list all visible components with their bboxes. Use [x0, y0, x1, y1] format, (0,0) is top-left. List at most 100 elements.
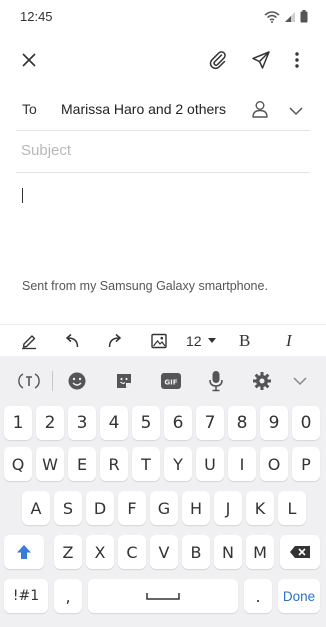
insert-image-button[interactable]	[150, 331, 168, 351]
sticker-button[interactable]	[113, 370, 135, 392]
status-time: 12:45	[20, 9, 53, 24]
key-j[interactable]: J	[214, 491, 242, 525]
sticker-icon	[117, 374, 131, 388]
key-4[interactable]: 4	[100, 406, 128, 440]
backspace-icon	[290, 546, 310, 558]
redo-button[interactable]	[106, 331, 124, 351]
to-row[interactable]: To Marissa Haro and 2 others	[0, 88, 326, 130]
keyboard: G I F 1 2 3 4 5 6 7 8 9 0 Q W E R T Y U I …	[0, 356, 326, 627]
microphone-icon	[209, 371, 223, 392]
keyboard-switch-button[interactable]	[18, 370, 40, 392]
key-u[interactable]: U	[196, 447, 224, 481]
key-p[interactable]: P	[292, 447, 320, 481]
body-editor[interactable]	[0, 175, 326, 321]
emoji-button[interactable]	[66, 370, 88, 392]
key-a[interactable]: A	[22, 491, 50, 525]
emoji-icon	[68, 372, 86, 390]
key-i[interactable]: I	[228, 447, 256, 481]
bold-button[interactable]: B	[239, 331, 250, 351]
contacts-button[interactable]	[250, 99, 270, 124]
key-9[interactable]: 9	[260, 406, 288, 440]
image-icon	[151, 333, 167, 349]
key-e[interactable]: E	[68, 447, 96, 481]
battery-icon	[300, 10, 308, 23]
undo-icon	[65, 333, 79, 348]
wifi-icon	[264, 10, 280, 23]
attach-button[interactable]	[206, 48, 230, 72]
email-signature: Sent from my Samsung Galaxy smartphone.	[22, 279, 268, 293]
gif-icon: GIF	[161, 373, 181, 389]
key-v[interactable]: V	[150, 535, 178, 569]
key-y[interactable]: Y	[164, 447, 192, 481]
comma-key[interactable]: ,	[54, 579, 82, 613]
done-key[interactable]: Done	[278, 579, 320, 613]
subject-field[interactable]: Subject	[21, 142, 71, 159]
key-b[interactable]: B	[182, 535, 210, 569]
key-l[interactable]: L	[278, 491, 306, 525]
pen-icon	[22, 335, 36, 350]
font-size-value: 12	[186, 333, 202, 349]
key-0[interactable]: 0	[292, 406, 320, 440]
key-c[interactable]: C	[118, 535, 146, 569]
to-divider	[16, 130, 310, 131]
svg-text:GIF: GIF	[164, 379, 177, 387]
shift-key[interactable]	[4, 535, 44, 569]
close-icon	[22, 53, 36, 67]
key-t[interactable]: T	[132, 447, 160, 481]
compose-toolbar	[0, 40, 326, 80]
key-s[interactable]: S	[54, 491, 82, 525]
font-size-select[interactable]: 12	[186, 331, 217, 351]
key-q[interactable]: Q	[4, 447, 32, 481]
key-8[interactable]: 8	[228, 406, 256, 440]
status-bar: 12:45	[0, 0, 326, 34]
italic-button[interactable]: I	[286, 331, 292, 351]
text-style-button[interactable]	[20, 331, 38, 351]
key-z[interactable]: Z	[54, 535, 82, 569]
voice-input-button[interactable]	[205, 370, 227, 392]
key-7[interactable]: 7	[196, 406, 224, 440]
key-m[interactable]: M	[246, 535, 274, 569]
caret-down-icon	[207, 338, 216, 343]
keyboard-settings-button[interactable]	[251, 370, 273, 392]
italic-label: I	[286, 331, 292, 350]
gear-icon	[253, 372, 271, 390]
gif-button[interactable]: GIF	[160, 370, 182, 392]
key-d[interactable]: D	[86, 491, 114, 525]
status-icons	[264, 10, 308, 23]
redo-icon	[108, 333, 122, 348]
space-key[interactable]	[88, 579, 238, 613]
period-key[interactable]: .	[244, 579, 272, 613]
send-button[interactable]	[249, 48, 273, 72]
symbols-key[interactable]: !#1	[4, 579, 48, 613]
key-1[interactable]: 1	[4, 406, 32, 440]
to-label: To	[22, 101, 37, 117]
key-k[interactable]: K	[246, 491, 274, 525]
signal-icon	[285, 11, 295, 22]
key-o[interactable]: O	[260, 447, 288, 481]
key-x[interactable]: X	[86, 535, 114, 569]
translate-icon	[18, 373, 40, 389]
key-h[interactable]: H	[182, 491, 210, 525]
key-3[interactable]: 3	[68, 406, 96, 440]
key-f[interactable]: F	[118, 491, 146, 525]
key-g[interactable]: G	[150, 491, 178, 525]
key-6[interactable]: 6	[164, 406, 192, 440]
close-button[interactable]	[17, 48, 41, 72]
undo-button[interactable]	[63, 331, 81, 351]
key-5[interactable]: 5	[132, 406, 160, 440]
person-icon	[252, 101, 268, 118]
key-n[interactable]: N	[214, 535, 242, 569]
send-icon	[252, 51, 270, 69]
key-2[interactable]: 2	[36, 406, 64, 440]
more-vert-icon	[295, 52, 299, 68]
recipients-field[interactable]: Marissa Haro and 2 others	[61, 101, 226, 117]
bold-label: B	[239, 331, 251, 350]
paperclip-icon	[209, 51, 226, 70]
space-bar-icon	[146, 593, 180, 600]
backspace-key[interactable]	[280, 535, 320, 569]
expand-recipients-button[interactable]	[288, 103, 304, 121]
more-options-button[interactable]	[285, 48, 309, 72]
key-w[interactable]: W	[36, 447, 64, 481]
key-r[interactable]: R	[100, 447, 128, 481]
collapse-toolbar-button[interactable]	[289, 370, 311, 392]
